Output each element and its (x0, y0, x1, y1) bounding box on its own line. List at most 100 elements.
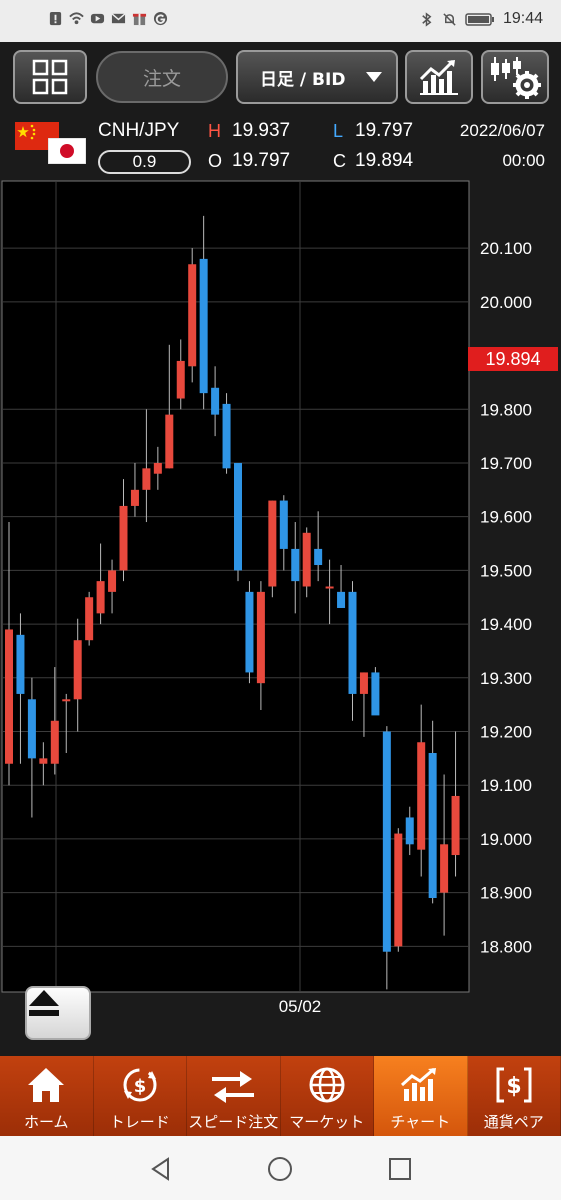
home-circle-icon[interactable] (267, 1156, 293, 1182)
candle-body (16, 634, 25, 694)
high-value: 19.937 (232, 120, 291, 141)
candle-body (165, 414, 174, 469)
home-icon (28, 1068, 65, 1102)
recent-apps-icon[interactable] (387, 1156, 413, 1182)
candle-body (302, 532, 311, 587)
candle-body (256, 591, 265, 684)
y-tick-label: 19.600 (480, 508, 532, 527)
candle-body (337, 591, 346, 608)
speed-order-icon (212, 1071, 255, 1103)
nav-item-speed-order[interactable]: スピード注文 (187, 1056, 281, 1136)
candle (222, 393, 231, 474)
candle (245, 581, 254, 684)
open-label: O (208, 151, 223, 171)
candle-body (405, 817, 414, 845)
candle-body (96, 581, 105, 614)
candle-body (314, 548, 323, 566)
candle (371, 667, 380, 716)
nav-item-market[interactable]: マーケット (281, 1056, 374, 1136)
candle-body (359, 672, 368, 694)
menu-grid-button[interactable] (13, 50, 87, 104)
candle-body (394, 833, 403, 947)
collapse-panel-button[interactable] (25, 986, 91, 1040)
back-icon[interactable] (148, 1156, 174, 1182)
candle-body (5, 629, 13, 764)
google-icon (153, 11, 168, 26)
wifi-icon (69, 12, 84, 25)
nav-label: マーケット (289, 1113, 365, 1131)
svg-text:$: $ (133, 1076, 146, 1097)
quote-time: 00:00 (502, 151, 545, 170)
app-root: 19:44 注文 日足 / BID CNH/JPY 0.9 H 19.937 L… (0, 0, 561, 1200)
alert-icon (49, 11, 62, 26)
candle-body (188, 264, 197, 367)
candle-body (417, 742, 426, 850)
y-tick-label: 19.800 (480, 400, 532, 419)
low-value: 19.797 (355, 120, 414, 141)
y-tick-label: 19.000 (480, 830, 532, 849)
chart-settings-button[interactable] (481, 50, 549, 104)
nav-item-currency-pair[interactable]: $ 通貨ペア (468, 1056, 561, 1136)
candle-body (85, 597, 94, 641)
nav-item-chart[interactable]: チャート (374, 1056, 468, 1136)
trade-icon: $ (123, 1068, 157, 1102)
close-value: 19.894 (355, 150, 414, 171)
indicator-button[interactable] (405, 50, 473, 104)
candle-body (153, 462, 162, 474)
x-axis-date-label: 05/02 (279, 997, 322, 1016)
y-tick-label: 18.800 (480, 937, 532, 956)
status-bar: 19:44 (0, 0, 561, 42)
candle-body (130, 489, 139, 506)
currency-pair-icon: $ (496, 1067, 532, 1103)
spread-badge: 0.9 (98, 150, 191, 174)
nav-label: トレード (109, 1113, 170, 1131)
candle-body (382, 731, 391, 952)
nav-item-trade[interactable]: $ トレード (94, 1056, 187, 1136)
chevron-down-icon (366, 72, 382, 82)
candle-body (27, 699, 36, 759)
order-button[interactable]: 注文 (96, 51, 228, 103)
mute-bell-icon (443, 12, 456, 26)
candle-body (348, 591, 357, 694)
status-time: 19:44 (502, 10, 543, 27)
low-label: L (333, 121, 344, 141)
y-tick-label: 20.100 (480, 239, 532, 258)
candle-body (211, 387, 220, 415)
candle-body (73, 640, 82, 700)
candle-body (268, 500, 277, 587)
y-tick-label: 19.400 (480, 615, 532, 634)
candle (394, 828, 403, 952)
candlestick-chart[interactable]: 20.100 20.000 19.800 19.700 19.600 19.500 19.4… (0, 180, 561, 1056)
candle-body (279, 500, 288, 549)
close-label: C (333, 151, 346, 171)
nav-label: ホーム (23, 1113, 69, 1131)
currency-pair-symbol: CNH/JPY (98, 120, 180, 141)
nav-item-home[interactable]: ホーム (0, 1056, 94, 1136)
candle-body (39, 758, 48, 764)
chart-area[interactable]: 20.100 20.000 19.800 19.700 19.600 19.500 19.4… (0, 180, 561, 1056)
youtube-icon (90, 13, 105, 24)
status-right-icons: 19:44 (419, 10, 543, 28)
candle-body (451, 795, 460, 856)
eject-icon (29, 990, 59, 1016)
battery-icon (465, 12, 494, 26)
candle-body (234, 462, 242, 571)
candle-body (176, 360, 185, 399)
candle (382, 726, 391, 990)
candle-body (222, 403, 231, 469)
bottom-nav: ホーム $ トレード スピード注文 マーケット チャート $ 通貨ペア (0, 1056, 561, 1136)
candle-body (325, 586, 334, 589)
candle (85, 591, 94, 646)
candle-body (142, 468, 151, 490)
candle-body (119, 505, 128, 571)
japan-flag-icon (48, 138, 86, 164)
y-tick-label: 19.200 (480, 723, 532, 742)
y-tick-label: 19.700 (480, 454, 532, 473)
gift-icon (132, 13, 147, 26)
candle-gear-icon (491, 57, 541, 99)
candle (234, 462, 242, 582)
timeframe-dropdown[interactable]: 日足 / BID (236, 50, 398, 104)
y-tick-label: 19.500 (480, 561, 532, 580)
candle (188, 248, 197, 383)
high-label: H (208, 121, 221, 141)
